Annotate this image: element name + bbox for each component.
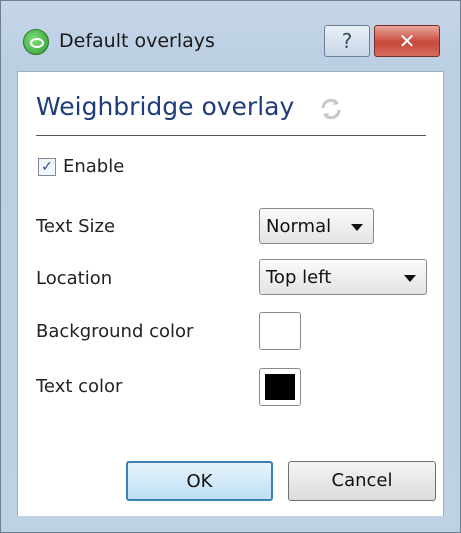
title-bar[interactable]: Default overlays ? ✕	[1, 1, 460, 71]
dialog-window: Default overlays ? ✕ Weighbridge overlay…	[0, 0, 461, 533]
background-color-swatch[interactable]	[259, 312, 301, 350]
window-bottom-edge	[1, 516, 460, 532]
panel-heading: Weighbridge overlay	[36, 92, 295, 121]
chevron-down-icon	[351, 224, 363, 231]
close-button[interactable]: ✕	[374, 25, 440, 57]
text-color-label: Text color	[36, 376, 123, 397]
settings-panel: Weighbridge overlay ✓ Enable Text Size N…	[17, 71, 444, 518]
text-size-label: Text Size	[36, 216, 116, 237]
background-color-label: Background color	[36, 321, 194, 342]
refresh-icon[interactable]	[318, 96, 344, 122]
window-title: Default overlays	[59, 30, 215, 52]
text-color-fill	[265, 374, 295, 400]
cancel-button[interactable]: Cancel	[288, 461, 436, 501]
help-button[interactable]: ?	[324, 25, 370, 57]
enable-checkbox[interactable]: ✓	[38, 158, 56, 176]
enable-label: Enable	[63, 156, 125, 177]
app-eye-icon	[23, 29, 49, 55]
chevron-down-icon	[404, 275, 416, 282]
background-color-fill	[265, 318, 295, 344]
text-size-value: Normal	[266, 216, 332, 237]
location-label: Location	[36, 268, 113, 289]
location-value: Top left	[266, 267, 332, 288]
ok-button[interactable]: OK	[126, 461, 273, 501]
text-size-select[interactable]: Normal	[259, 208, 374, 244]
location-select[interactable]: Top left	[259, 259, 427, 295]
text-color-swatch[interactable]	[259, 368, 301, 406]
heading-divider	[36, 135, 426, 136]
